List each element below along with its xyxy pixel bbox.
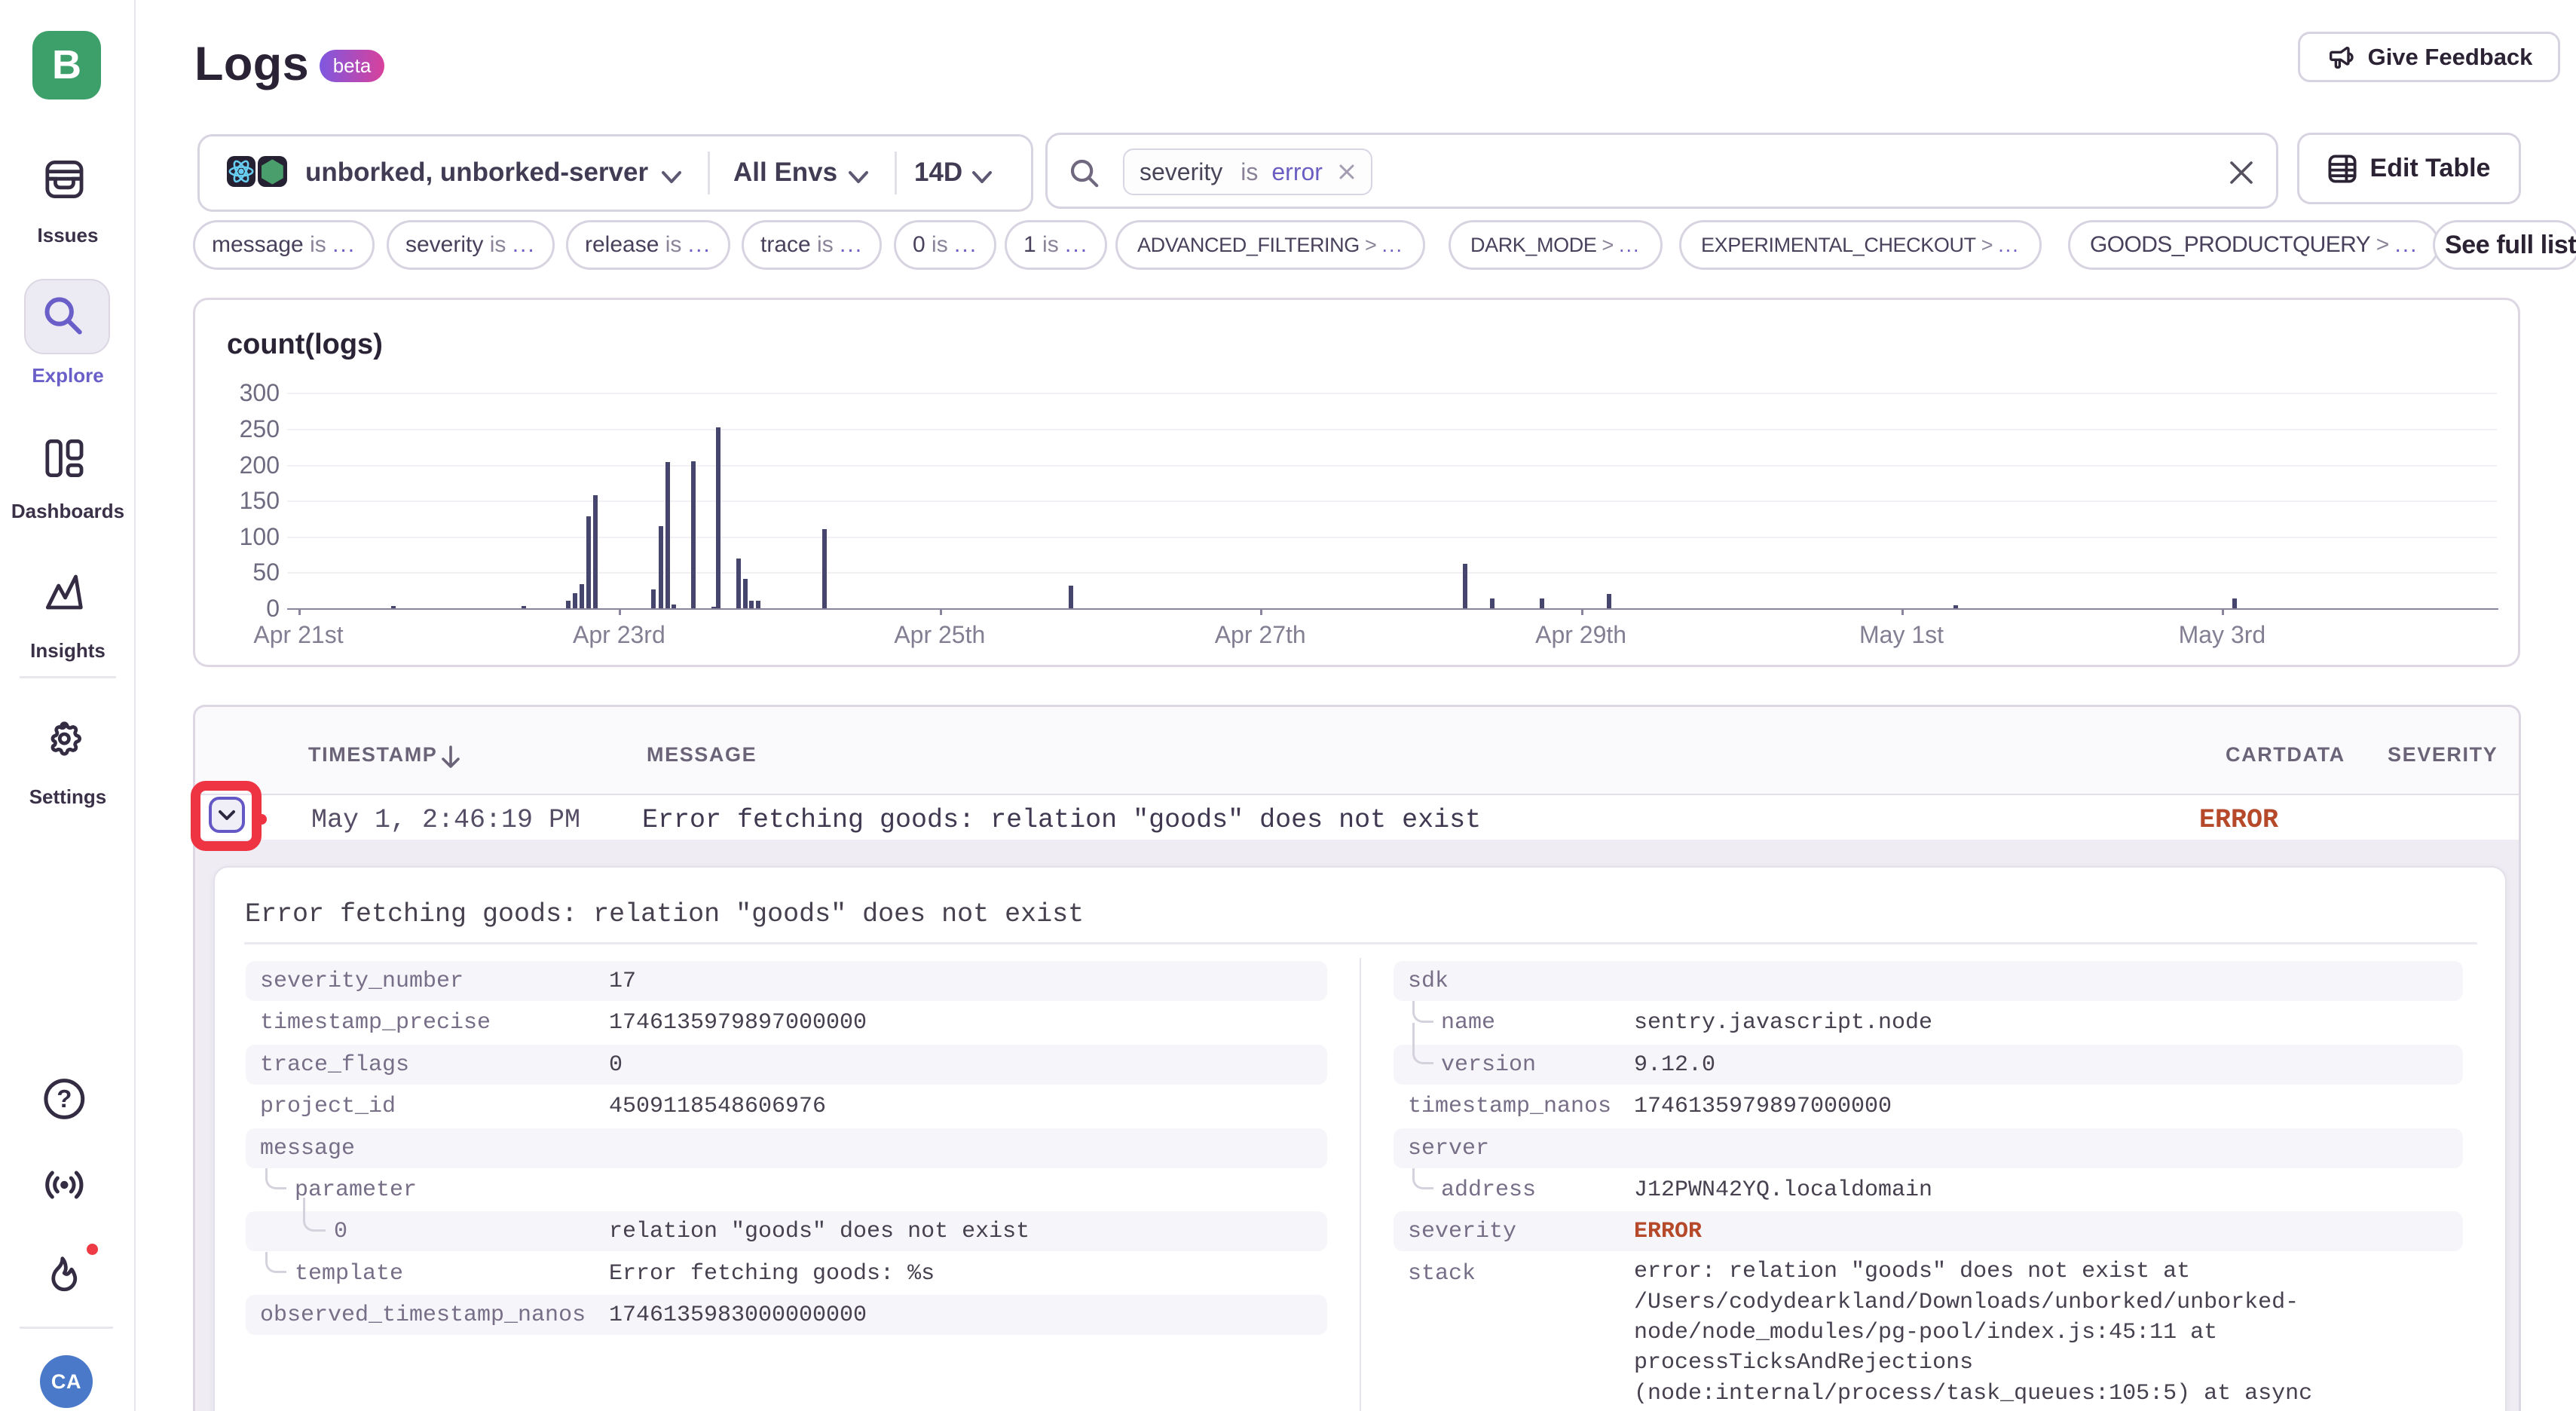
svg-text:?: ? xyxy=(57,1085,72,1113)
